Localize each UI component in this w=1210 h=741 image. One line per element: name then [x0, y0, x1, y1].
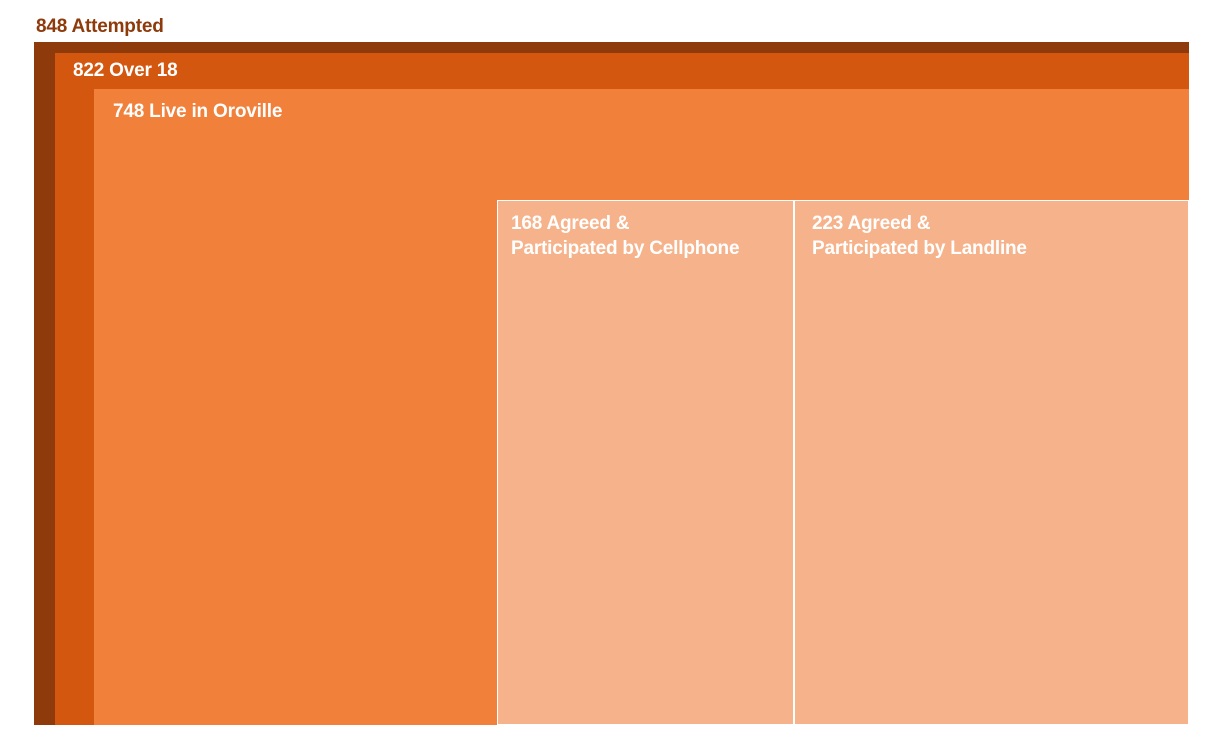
cellphone-area [497, 200, 794, 725]
over-18-label: 822 Over 18 [73, 60, 178, 81]
nested-area-chart: 822 Over 18 748 Live in Oroville 168 Agree… [0, 0, 1210, 741]
landline-area [794, 200, 1189, 725]
landline-label: 223 Agreed & Participated by Landline [812, 213, 1027, 259]
live-in-oroville-label: 748 Live in Oroville [113, 101, 283, 122]
cellphone-label: 168 Agreed & Participated by Cellphone [511, 213, 740, 259]
